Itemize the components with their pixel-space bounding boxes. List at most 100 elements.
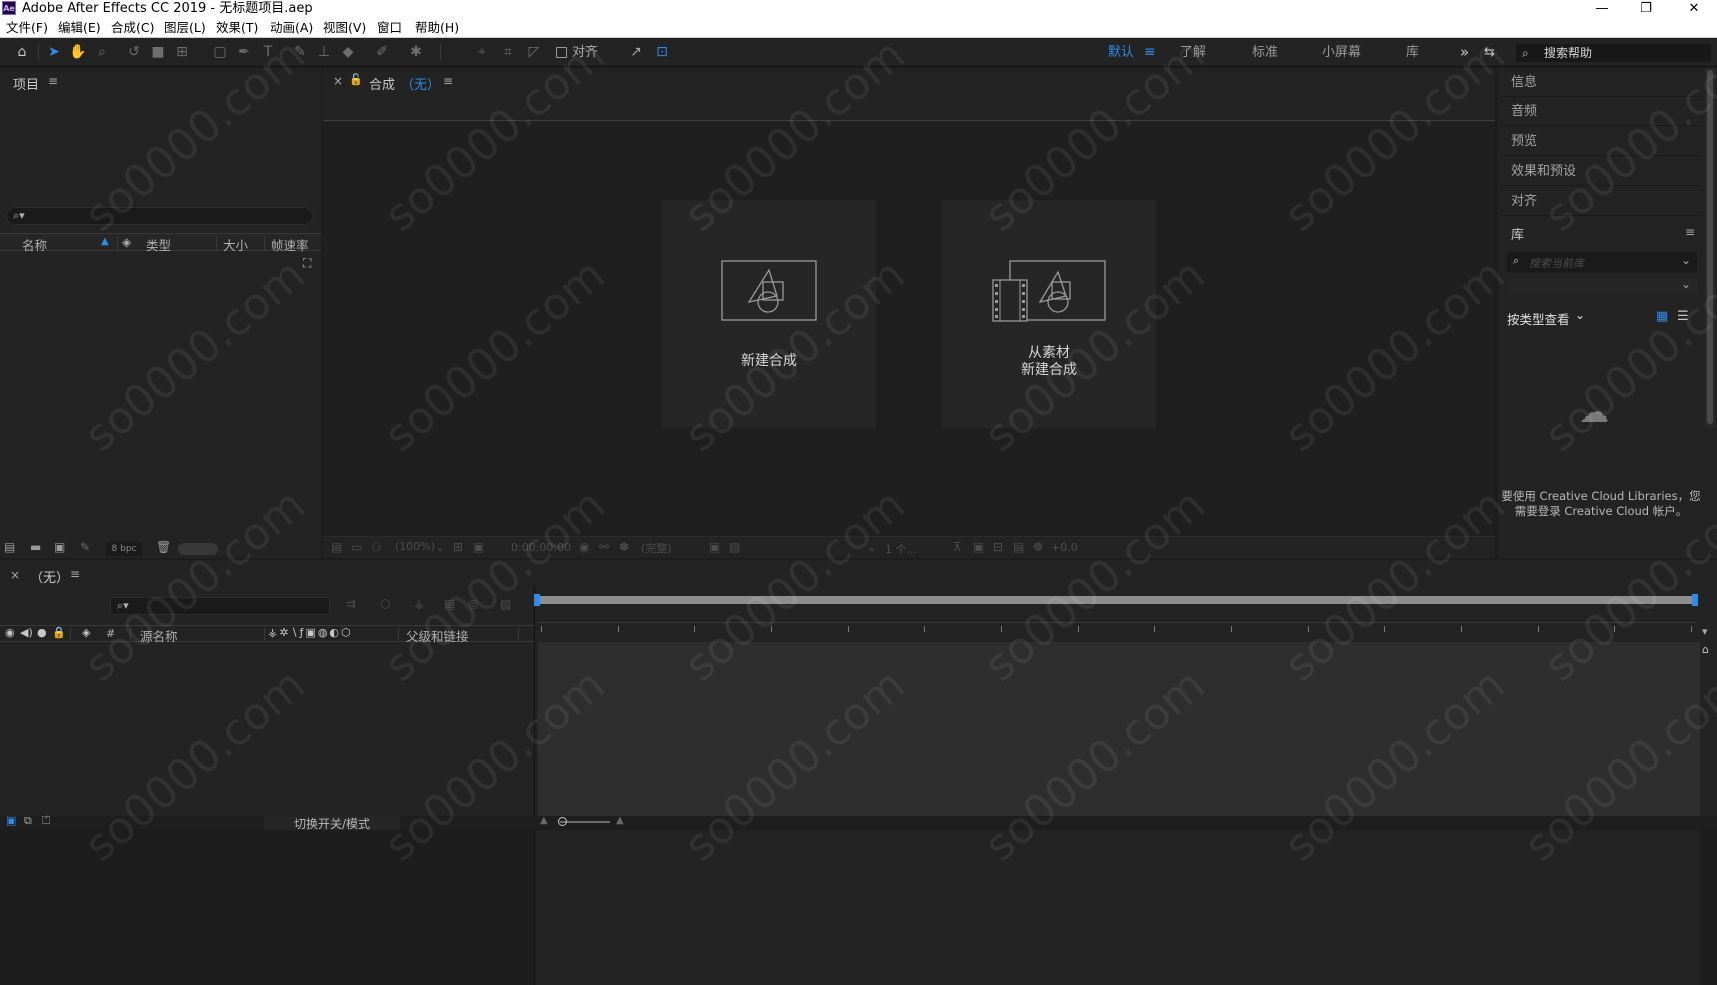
clone-stamp-tool-icon[interactable]: ⊥ xyxy=(314,42,334,62)
mask-visibility-icon[interactable]: ⚇ xyxy=(371,540,382,554)
grid-view-icon[interactable]: ▦ xyxy=(1656,309,1668,324)
grid-icon[interactable]: ⊞ xyxy=(453,540,463,554)
toggle-switches-modes-button[interactable]: 切换开关/模式 xyxy=(294,815,370,832)
column-number[interactable]: # xyxy=(106,627,115,640)
trash-icon[interactable]: 🗑 xyxy=(156,540,171,554)
puppet-tool-icon[interactable]: ✱ xyxy=(406,42,426,62)
workspace-default[interactable]: 默认 xyxy=(1108,38,1134,67)
view-options-icon[interactable]: ⊼ xyxy=(953,540,962,554)
column-type[interactable]: 类型 xyxy=(146,235,171,254)
workspace-standard[interactable]: 标准 xyxy=(1252,38,1278,67)
new-folder-icon[interactable]: ▬ xyxy=(30,540,41,554)
list-view-icon[interactable]: ☰ xyxy=(1677,309,1689,324)
align-checkbox[interactable] xyxy=(556,47,567,58)
always-preview-icon[interactable]: ▤ xyxy=(331,540,342,554)
menu-help[interactable]: 帮助(H) xyxy=(415,17,459,38)
timeline-scrollbar[interactable]: ▾ ⌂ xyxy=(1702,625,1715,830)
rectangle-tool-icon[interactable]: ▢ xyxy=(210,42,230,62)
world-axis-icon[interactable]: ⌗ xyxy=(498,42,518,62)
zoom-in-icon[interactable]: ▲ xyxy=(616,815,624,826)
timeline-zoom-slider[interactable] xyxy=(560,821,610,823)
library-search-chevron-icon[interactable]: ⌄ xyxy=(1681,253,1691,267)
comp-button-icon[interactable]: ⌂ xyxy=(1702,643,1709,656)
timeline-zoom-slider-knob[interactable] xyxy=(558,817,567,826)
timeline-comp-name[interactable]: （无） xyxy=(30,567,69,586)
menu-file[interactable]: 文件(F) xyxy=(6,17,48,38)
snap-target-icon[interactable]: ⊡ xyxy=(652,42,672,62)
lock-column-icon[interactable]: 🔒 xyxy=(52,626,66,639)
zoom-dropdown[interactable]: (100%) xyxy=(395,540,435,553)
adjust-icon[interactable]: ✎ xyxy=(80,540,90,554)
project-panel-title[interactable]: 项目 xyxy=(13,74,39,93)
flowchart-icon[interactable]: ⛶ xyxy=(303,256,311,271)
project-search-input[interactable]: ⌕▾ xyxy=(6,207,313,225)
sort-ascending-icon[interactable]: ▲ xyxy=(101,236,109,247)
comp-close-button[interactable]: × xyxy=(333,74,343,88)
close-button[interactable]: ✕ xyxy=(1671,0,1717,17)
workspace-small-screen[interactable]: 小屏幕 xyxy=(1322,38,1361,67)
help-search-box[interactable]: ⌕ 搜索帮助 xyxy=(1516,44,1711,62)
hand-tool-icon[interactable]: ✋ xyxy=(68,42,88,62)
menu-animation[interactable]: 动画(A) xyxy=(270,17,313,38)
column-frame-rate[interactable]: 帧速率 xyxy=(271,235,309,254)
current-timecode[interactable]: 0:00:00:00 xyxy=(511,541,571,554)
time-navigator-end-handle[interactable] xyxy=(1692,594,1698,606)
library-dropdown[interactable]: ⌄ xyxy=(1507,277,1697,293)
workspace-menu-icon[interactable]: ≡ xyxy=(1144,38,1156,67)
safe-area-icon[interactable]: ▣ xyxy=(473,540,484,554)
bit-depth-button[interactable]: 8 bpc xyxy=(106,542,142,556)
snapshot-icon[interactable]: ◉ xyxy=(579,540,589,554)
project-panel-menu-icon[interactable]: ≡ xyxy=(48,74,58,88)
comp-panel-title[interactable]: 合成 xyxy=(369,74,395,93)
column-parent-link[interactable]: 父级和链接 xyxy=(406,626,469,645)
panel-preview[interactable]: 预览 xyxy=(1501,127,1701,156)
comp-marker-bin-icon[interactable]: ▾ xyxy=(1702,625,1708,638)
channel-icon[interactable]: ✽ xyxy=(619,540,629,554)
new-composition-card[interactable]: 新建合成 xyxy=(662,200,876,428)
graph-editor-icon[interactable]: ▨ xyxy=(500,597,511,611)
workspace-sync-icon[interactable]: ⇆ xyxy=(1484,38,1495,67)
video-visibility-icon[interactable]: ◉ xyxy=(5,626,15,639)
fast-preview-icon[interactable]: ⊟ xyxy=(993,540,1003,554)
timeline-track-area[interactable] xyxy=(538,642,1700,830)
motion-blur-icon[interactable]: ◎ xyxy=(468,597,478,611)
layer-switches-icons[interactable]: ⚶✲∖ƒ▣◍◐⬡ xyxy=(268,626,353,639)
menu-composition[interactable]: 合成(C) xyxy=(111,17,154,38)
maximize-button[interactable]: ❐ xyxy=(1623,0,1669,17)
show-snapshot-icon[interactable]: ⚯ xyxy=(599,540,609,554)
view-by-type-chevron-icon[interactable]: ⌄ xyxy=(1575,308,1585,322)
comp-name[interactable]: （无） xyxy=(401,74,440,93)
column-name[interactable]: 名称 xyxy=(22,235,47,254)
region-of-interest-icon[interactable]: ▣ xyxy=(709,540,720,554)
shy-layers-icon[interactable]: ⚶ xyxy=(414,597,424,611)
exposure-value[interactable]: +0.0 xyxy=(1051,541,1078,554)
column-source-name[interactable]: 源名称 xyxy=(140,626,178,645)
menu-edit[interactable]: 编辑(E) xyxy=(58,17,101,38)
lock-icon[interactable]: 🔓 xyxy=(349,73,363,86)
camera-tool-icon[interactable]: ■ xyxy=(148,42,168,62)
expand-layer-switches-icon[interactable]: ▣ xyxy=(6,814,16,827)
timeline-close-button[interactable]: × xyxy=(10,568,20,582)
text-tool-icon[interactable]: T xyxy=(258,42,278,62)
reset-exposure-icon[interactable]: ▣ xyxy=(973,540,984,554)
zoom-out-icon[interactable]: ▲ xyxy=(540,815,548,826)
exposure-icon[interactable]: ❁ xyxy=(1033,540,1043,554)
selection-tool-icon[interactable]: ➤ xyxy=(44,42,64,62)
timeline-search-input[interactable]: ⌕▾ xyxy=(110,597,330,615)
right-panel-scrollbar[interactable] xyxy=(1705,68,1715,428)
eraser-tool-icon[interactable]: ◆ xyxy=(338,42,358,62)
snapping-icon[interactable]: ↗ xyxy=(626,42,646,62)
pan-behind-tool-icon[interactable]: ⊞ xyxy=(172,42,192,62)
local-axis-icon[interactable]: ⌖ xyxy=(472,42,492,62)
library-title[interactable]: 库 xyxy=(1511,224,1524,243)
audio-icon[interactable]: ◀) xyxy=(20,626,33,639)
new-composition-icon[interactable]: ▣ xyxy=(54,540,65,554)
views-dropdown[interactable]: 1 个... xyxy=(885,541,917,557)
expand-transfer-controls-icon[interactable]: ⧉ xyxy=(24,814,32,828)
view-by-type-dropdown[interactable]: 按类型查看 xyxy=(1507,309,1570,328)
library-menu-icon[interactable]: ≡ xyxy=(1685,225,1695,239)
draft-3d-icon[interactable]: ⬡ xyxy=(380,597,390,611)
zoom-tool-icon[interactable]: ⌕ xyxy=(92,42,112,62)
solo-icon[interactable]: ● xyxy=(37,626,47,639)
menu-layer[interactable]: 图层(L) xyxy=(164,17,206,38)
